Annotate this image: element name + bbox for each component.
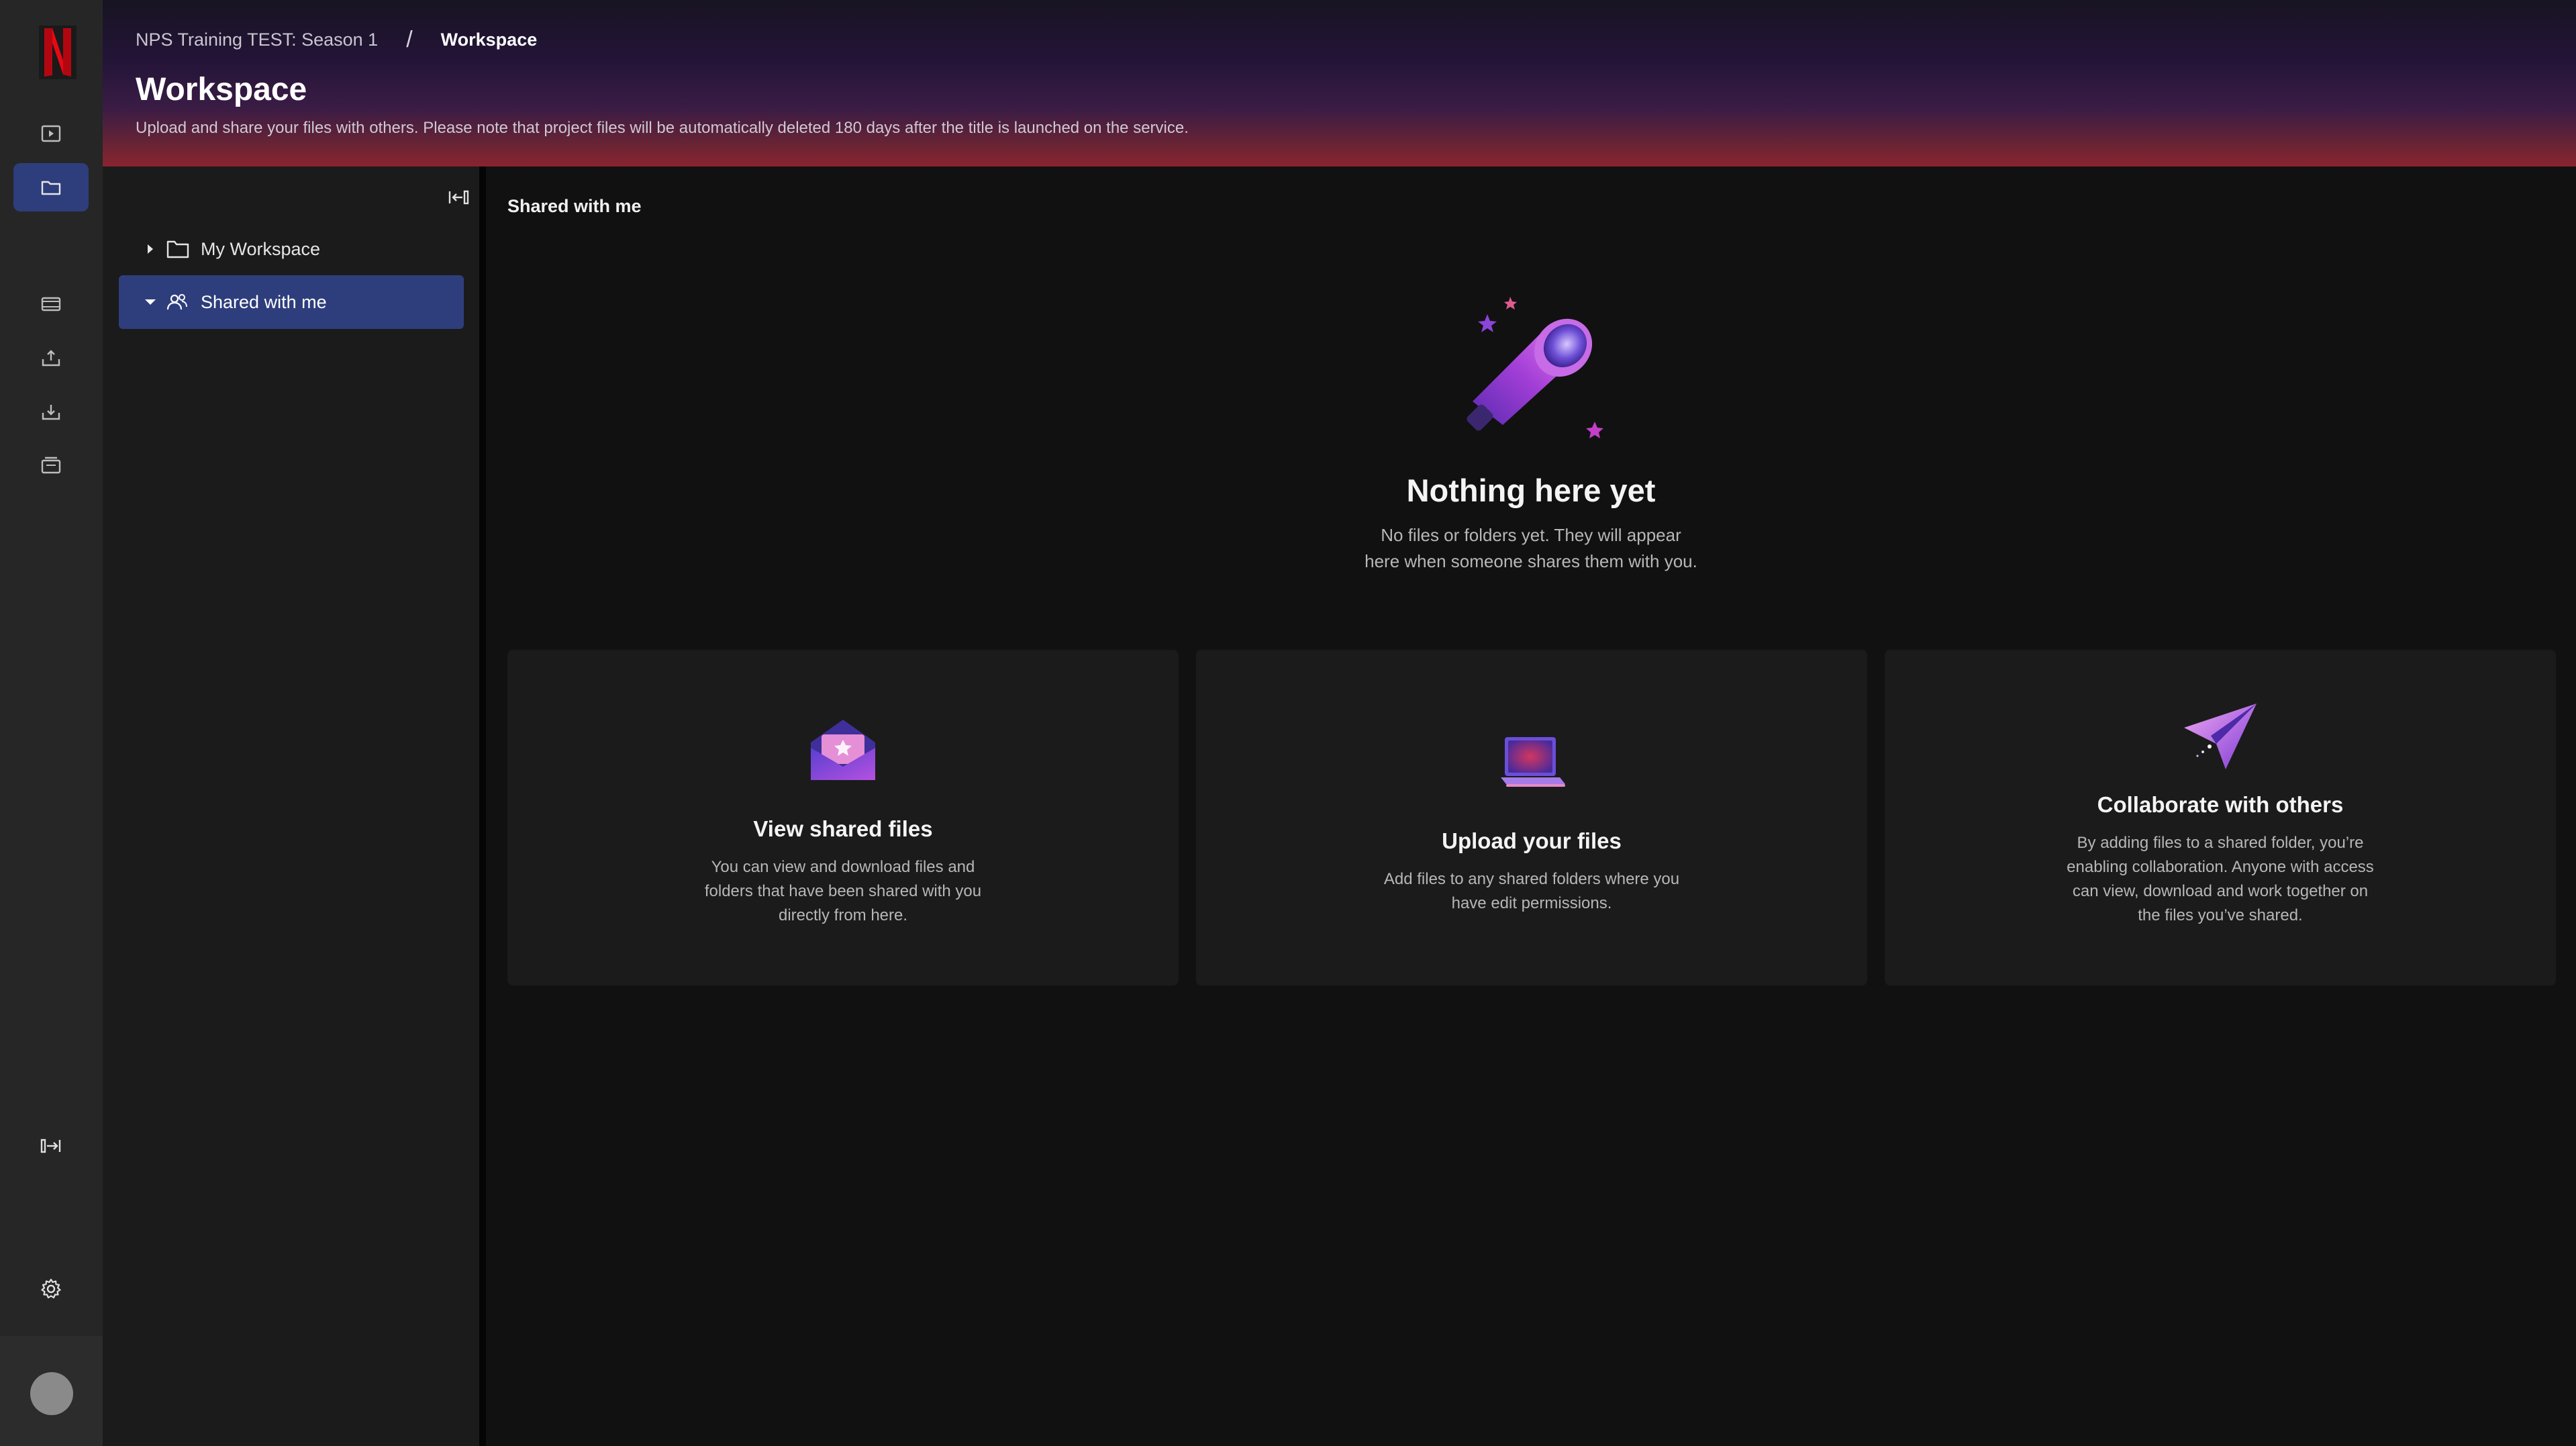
settings-button[interactable] <box>13 1265 89 1313</box>
download-tray-icon <box>42 405 60 420</box>
expand-rail-button[interactable] <box>13 1122 89 1170</box>
card-description: You can view and download files and fold… <box>704 858 982 924</box>
section-title: Shared with me <box>507 196 642 216</box>
page-header: NPS Training TEST: Season 1 / Workspace … <box>103 0 2576 166</box>
upload-files-card: Upload your files Add files to any share… <box>1196 650 1867 985</box>
folder-icon <box>166 239 193 259</box>
page-title: Workspace <box>136 72 307 107</box>
people-icon <box>166 292 193 312</box>
empty-state-title: Nothing here yet <box>1406 473 1656 508</box>
breadcrumb-separator: / <box>406 27 413 52</box>
inbox-icon <box>41 456 61 474</box>
rail-deliveries-button[interactable] <box>13 441 89 489</box>
folder-icon <box>41 181 61 195</box>
card-title: View shared files <box>753 816 933 841</box>
telescope-icon <box>1467 297 1603 438</box>
breadcrumb-project-link[interactable]: NPS Training TEST: Season 1 <box>136 30 378 50</box>
rail-upload-button[interactable] <box>13 334 89 382</box>
tree-item-label: My Workspace <box>201 238 321 259</box>
avatar[interactable] <box>30 1372 73 1415</box>
rail-workspace-button[interactable] <box>13 163 89 211</box>
paper-plane-icon <box>2184 704 2257 769</box>
view-shared-files-card: View shared files You can view and downl… <box>507 650 1179 985</box>
rail-media-button[interactable] <box>13 109 89 158</box>
card-description: By adding files to a shared folder, you’… <box>2067 834 2374 924</box>
breadcrumb: NPS Training TEST: Season 1 / Workspace <box>136 27 537 53</box>
card-title: Collaborate with others <box>2097 792 2344 817</box>
collaborate-card: Collaborate with others By adding files … <box>1885 650 2556 985</box>
upload-tray-icon <box>42 350 60 367</box>
gear-icon <box>41 1278 61 1299</box>
tree-item-label: Shared with me <box>201 291 327 312</box>
empty-state-description: No files or folders yet. They will appea… <box>1365 525 1697 571</box>
card-title: Upload your files <box>1442 828 1622 853</box>
rail-film-button[interactable] <box>13 280 89 328</box>
rail-download-button[interactable] <box>13 387 89 436</box>
expand-icon <box>40 1139 61 1153</box>
caret-down-icon[interactable] <box>139 297 162 307</box>
main-content: Shared with me Nothing here yet No files… <box>486 166 2576 1446</box>
play-window-icon <box>41 125 61 142</box>
app-rail <box>0 0 103 1446</box>
netflix-logo[interactable] <box>39 26 77 79</box>
collapse-panel-button[interactable] <box>442 183 475 212</box>
laptop-icon <box>1501 737 1565 787</box>
tree-item-shared-with-me[interactable]: Shared with me <box>119 275 464 329</box>
folder-tree-panel: My Workspace Shared with me <box>103 166 479 1446</box>
tree-item-my-workspace[interactable]: My Workspace <box>119 222 464 276</box>
panel-resize-handle[interactable] <box>479 166 486 1446</box>
card-description: Add files to any shared folders where yo… <box>1383 870 1680 912</box>
envelope-icon <box>811 720 875 780</box>
page-description: Upload and share your files with others.… <box>136 119 1189 137</box>
collapse-icon <box>448 190 469 205</box>
breadcrumb-current: Workspace <box>440 30 538 50</box>
caret-right-icon[interactable] <box>139 242 162 256</box>
film-strip-icon <box>41 297 61 311</box>
